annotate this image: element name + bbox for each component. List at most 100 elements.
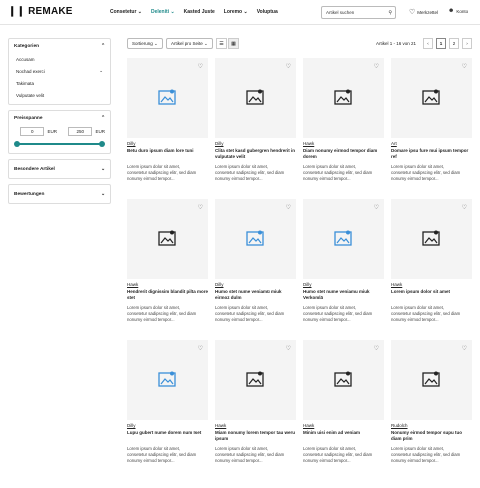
product-title[interactable]: Humo stet nume veniamü miuk eirmoz dulm [215, 289, 296, 301]
filter-ratings-header[interactable]: Bewertungen ⌄ [9, 185, 110, 203]
account-label: Konto [456, 8, 469, 14]
heart-icon[interactable]: ♡ [198, 345, 203, 352]
product-title[interactable]: Lorem ipsum dolor sit amet [391, 289, 472, 301]
product-description: Lorem ipsum dolor sit amet, consetetur s… [303, 446, 373, 463]
product-title[interactable]: Diam nonumy eirmod tempor diam dorem [303, 148, 384, 160]
price-max-input[interactable]: 250 [68, 127, 93, 136]
nav-item-deleniti[interactable]: Deleniti ⌄ [151, 9, 175, 15]
account-button[interactable]: ☻ Konto [448, 8, 468, 14]
price-slider-max-handle[interactable] [99, 141, 105, 147]
product-image[interactable]: ♡ [391, 340, 472, 420]
logo[interactable]: ❙❙ REMAKE [8, 6, 73, 17]
product-image[interactable]: ♡ [303, 199, 384, 279]
grid-view-button[interactable]: ▦ [228, 38, 239, 49]
product-image[interactable]: ♡ [215, 58, 296, 138]
price-slider[interactable] [14, 141, 105, 147]
nav-item-voluptua[interactable]: Voluptua [257, 9, 278, 15]
product-image[interactable]: ♡ [215, 340, 296, 420]
product-title[interactable]: Humo stet nume veniamu miuk Verkomlä [303, 289, 384, 301]
image-placeholder-icon [422, 230, 440, 246]
search-icon[interactable]: ⚲ [388, 10, 392, 16]
product-title[interactable]: Domare ipsu fure mui ipsum tempor ref [391, 148, 472, 160]
product-title[interactable]: Betu duro ipsum diam lore tuni [127, 148, 208, 160]
product-card[interactable]: ♡ Rudolch Nonumy eirmod tempor supu tuo … [391, 340, 472, 472]
heart-icon[interactable]: ♡ [198, 63, 203, 70]
product-brand[interactable]: Dilly [303, 282, 384, 287]
filter-special-header[interactable]: Besondere Artikel ⌄ [9, 160, 110, 178]
wishlist-button[interactable]: ♡ Merkzettel [409, 8, 438, 16]
product-card[interactable]: ♡ Dilly Clita stet kasd gubergren hendre… [215, 58, 296, 190]
heart-icon[interactable]: ♡ [286, 63, 291, 70]
prev-page-button[interactable]: ‹ [423, 38, 433, 49]
product-brand[interactable]: Hawk [127, 282, 208, 287]
product-image[interactable]: ♡ [391, 58, 472, 138]
category-item[interactable]: Takimata [9, 77, 110, 89]
heart-icon[interactable]: ♡ [374, 63, 379, 70]
product-card[interactable]: ♡ Dilly Betu duro ipsum diam lore tuni L… [127, 58, 208, 190]
heart-icon[interactable]: ♡ [374, 345, 379, 352]
filter-price-header[interactable]: Preisspanne ⌃ [9, 111, 110, 125]
chevron-down-icon: ⌄ [99, 68, 103, 73]
category-item[interactable]: Accusam [9, 53, 110, 65]
product-brand[interactable]: Dilly [215, 141, 296, 146]
heart-icon[interactable]: ♡ [462, 345, 467, 352]
product-image[interactable]: ♡ [127, 199, 208, 279]
product-brand[interactable]: Hawk [303, 423, 384, 428]
product-brand[interactable]: Rudolch [391, 423, 472, 428]
product-brand[interactable]: Hawk [303, 141, 384, 146]
filter-categories-header[interactable]: Kategorien ⌃ [9, 39, 110, 53]
product-card[interactable]: ♡ Hawk Hendrerit dignissim blandit pilta… [127, 199, 208, 331]
product-card[interactable]: ♡ Dilly Humo stet nume veniamu miuk Verk… [303, 199, 384, 331]
product-image[interactable]: ♡ [391, 199, 472, 279]
heart-icon[interactable]: ♡ [286, 204, 291, 211]
product-card[interactable]: ♡ Hawk Lorem ipsum dolor sit amet Lorem … [391, 199, 472, 331]
heart-icon[interactable]: ♡ [462, 204, 467, 211]
price-slider-min-handle[interactable] [14, 141, 20, 147]
image-placeholder-icon [334, 230, 352, 246]
heart-icon[interactable]: ♡ [286, 345, 291, 352]
product-card[interactable]: ♡ Hawk Minim uisi enim ad veniam Lorem i… [303, 340, 384, 472]
currency-label: EUR [95, 129, 105, 134]
product-title[interactable]: Miam nonumy lorem tempor tau weru ipsum [215, 430, 296, 442]
image-placeholder-icon [422, 371, 440, 387]
product-title[interactable]: Minim uisi enim ad veniam [303, 430, 384, 442]
heart-icon[interactable]: ♡ [198, 204, 203, 211]
product-image[interactable]: ♡ [127, 340, 208, 420]
product-brand[interactable]: Dilly [127, 141, 208, 146]
product-image[interactable]: ♡ [215, 199, 296, 279]
product-card[interactable]: ♡ Art Domare ipsu fure mui ipsum tempor … [391, 58, 472, 190]
product-title[interactable]: Lupu gubert nume dorem num Iset [127, 430, 208, 442]
heart-icon[interactable]: ♡ [374, 204, 379, 211]
search-input[interactable]: Artikel suchen ⚲ [321, 6, 396, 19]
heart-icon[interactable]: ♡ [462, 63, 467, 70]
sort-dropdown[interactable]: Sortierung ⌄ [127, 38, 163, 49]
filter-price: Preisspanne ⌃ 0 EUR 250 EUR [8, 110, 111, 154]
per-page-dropdown[interactable]: Artikel pro Seite ⌄ [166, 38, 213, 49]
category-item[interactable]: Nochad exerci ⌄ [9, 65, 110, 77]
product-brand[interactable]: Hawk [391, 282, 472, 287]
page-button-1[interactable]: 1 [436, 38, 446, 49]
product-brand[interactable]: Art [391, 141, 472, 146]
product-card[interactable]: ♡ Hawk Diam nonumy eirmod tempor diam do… [303, 58, 384, 190]
product-card[interactable]: ♡ Dilly Humo stet nume veniamü miuk eirm… [215, 199, 296, 331]
product-title[interactable]: Hendrerit dignissim blandit pilta more s… [127, 289, 208, 301]
product-card[interactable]: ♡ Dilly Lupu gubert nume dorem num Iset … [127, 340, 208, 472]
product-image[interactable]: ♡ [303, 58, 384, 138]
product-title[interactable]: Clita stet kasd gubergren hendrerit in v… [215, 148, 296, 160]
category-item[interactable]: Vulputate velit [9, 89, 110, 101]
nav-item-kasted-juste[interactable]: Kasted Juste [184, 9, 215, 15]
product-brand[interactable]: Dilly [127, 423, 208, 428]
product-image[interactable]: ♡ [303, 340, 384, 420]
price-min-input[interactable]: 0 [20, 127, 45, 136]
product-brand[interactable]: Hawk [215, 423, 296, 428]
nav-item-consetetur[interactable]: Consetetur ⌄ [110, 9, 142, 15]
list-view-button[interactable]: ☰ [216, 38, 227, 49]
page-button-2[interactable]: 2 [449, 38, 459, 49]
product-image[interactable]: ♡ [127, 58, 208, 138]
product-card[interactable]: ♡ Hawk Miam nonumy lorem tempor tau weru… [215, 340, 296, 472]
next-page-button[interactable]: › [462, 38, 472, 49]
nav-item-loremo[interactable]: Loremo ⌄ [224, 9, 248, 15]
user-icon: ☻ [448, 8, 455, 14]
product-brand[interactable]: Dilly [215, 282, 296, 287]
product-title[interactable]: Nonumy eirmod tempor supu tuo diam prim [391, 430, 472, 442]
